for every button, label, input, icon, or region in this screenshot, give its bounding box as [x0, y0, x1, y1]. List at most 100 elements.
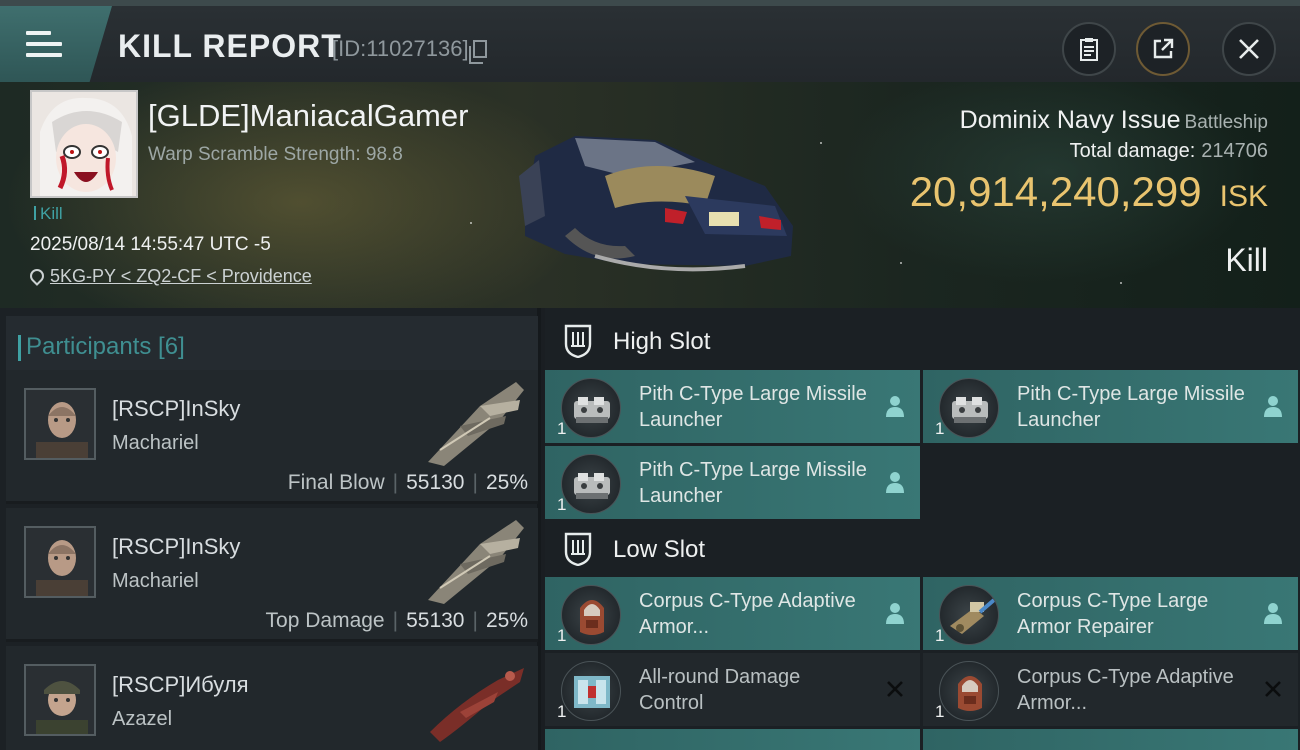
- module-item[interactable]: [545, 729, 920, 750]
- page-title: KILL REPORT: [118, 28, 342, 64]
- module-item[interactable]: 1 Corpus C-Type Adaptive Armor...: [545, 577, 920, 650]
- module-quantity: 1: [557, 495, 567, 514]
- location-link[interactable]: 5KG-PY < ZQ2-CF < Providence: [27, 266, 312, 287]
- module-item[interactable]: 1 Corpus C-Type Adaptive Armor...: [923, 653, 1298, 726]
- kill-datetime: 2025/08/14 14:55:47 UTC -5: [30, 234, 271, 255]
- participants-header: Participants [6]: [6, 316, 538, 374]
- isk-amount: 20,914,240,299: [909, 168, 1202, 215]
- participant-damage: 55130: [406, 471, 465, 494]
- participant-damage: 55130: [406, 609, 465, 632]
- participant-role: Final Blow: [287, 471, 385, 494]
- person-icon: [886, 396, 904, 417]
- warp-scramble-strength: Warp Scramble Strength: 98.8: [148, 144, 403, 165]
- high-slot-header: High Slot: [545, 310, 1300, 370]
- participant-role: Top Damage: [265, 609, 385, 632]
- fitting-panel: High Slot 1 Pith C-Type Large Missile La…: [545, 308, 1300, 750]
- copy-icon[interactable]: [468, 40, 487, 64]
- clipboard-button[interactable]: [1062, 22, 1116, 76]
- wrecked-car-image: [519, 136, 793, 272]
- participant-card[interactable]: [RSCP]InSky Machariel Final Blow | 55130 | 2…: [6, 370, 538, 504]
- module-item[interactable]: 1 Pith C-Type Large Missile Launcher: [923, 370, 1298, 443]
- module-quantity: 1: [935, 626, 945, 645]
- hamburger-icon: [26, 31, 62, 57]
- machariel-ship-icon: [428, 382, 524, 466]
- report-id-text: [ID:11027136]: [332, 36, 469, 61]
- ship-type: Battleship: [1184, 112, 1268, 133]
- high-slot-label: High Slot: [613, 328, 711, 355]
- victim-avatar[interactable]: [30, 90, 138, 198]
- participant-ship: Machariel: [112, 432, 199, 454]
- module-quantity: 1: [935, 419, 945, 438]
- low-slot-label: Low Slot: [613, 536, 706, 563]
- azazel-ship-icon: [430, 668, 524, 742]
- participant-name: [RSCP]InSky: [112, 396, 241, 421]
- module-item[interactable]: 1 Pith C-Type Large Missile Launcher: [545, 446, 920, 519]
- ship-name: Dominix Navy Issue: [959, 106, 1181, 134]
- close-icon: [1239, 39, 1259, 59]
- shield-slot-icon: [564, 532, 592, 566]
- share-button[interactable]: [1136, 22, 1190, 76]
- destroyed-icon: [1265, 681, 1281, 697]
- location-text: 5KG-PY < ZQ2-CF < Providence: [50, 266, 312, 286]
- damage-control-icon: [561, 661, 621, 721]
- participant-ship: Machariel: [112, 570, 199, 592]
- participants-panel: Participants [6] [RSCP]InSky Machariel F…: [0, 308, 541, 750]
- menu-button[interactable]: [0, 6, 112, 82]
- person-icon: [886, 603, 904, 624]
- armor-plate-icon: [939, 661, 999, 721]
- isk-unit: ISK: [1219, 180, 1268, 213]
- total-damage-value: 214706: [1201, 140, 1268, 162]
- module-name: Corpus C-Type Large Armor Repairer: [1017, 590, 1209, 638]
- participant-percent: 25%: [485, 471, 528, 494]
- participant-card[interactable]: [RSCP]Ибуля Azazel: [6, 646, 538, 750]
- missile-launcher-icon: [561, 378, 621, 438]
- module-name: Pith C-Type Large Missile Launcher: [639, 383, 867, 431]
- participant-avatar: [24, 526, 96, 598]
- total-damage-label: Total damage:: [1069, 140, 1196, 162]
- person-icon: [1264, 396, 1282, 417]
- participant-avatar: [24, 664, 96, 736]
- module-item[interactable]: 1 All-round Damage Control: [545, 653, 920, 726]
- armor-plate-icon: [561, 585, 621, 645]
- module-name: Corpus C-Type Adaptive Armor...: [1017, 666, 1234, 714]
- shield-slot-icon: [564, 324, 592, 358]
- location-pin-icon: [27, 266, 47, 286]
- module-quantity: 1: [935, 702, 945, 721]
- module-item[interactable]: [923, 729, 1298, 750]
- top-bar: KILL REPORT [ID:11027136]: [0, 0, 1300, 82]
- module-quantity: 1: [557, 626, 567, 645]
- module-name: Pith C-Type Large Missile Launcher: [1017, 383, 1245, 431]
- clipboard-icon: [1080, 38, 1098, 61]
- kill-result: Kill: [1225, 242, 1268, 278]
- module-name: Corpus C-Type Adaptive Armor...: [639, 590, 856, 638]
- module-quantity: 1: [557, 702, 567, 721]
- isk-value: 20,914,240,299 ISK: [910, 168, 1268, 216]
- participants-title: Participants [6]: [18, 333, 185, 361]
- module-item[interactable]: 1 Pith C-Type Large Missile Launcher: [545, 370, 920, 443]
- armor-repairer-icon: [939, 585, 999, 645]
- module-name: All-round Damage Control: [639, 666, 801, 714]
- module-name: Pith C-Type Large Missile Launcher: [639, 459, 867, 507]
- participant-name: [RSCP]Ибуля: [112, 672, 249, 697]
- machariel-ship-icon: [428, 520, 524, 604]
- participant-avatar: [24, 388, 96, 460]
- report-id[interactable]: [ID:11027136]: [332, 36, 487, 64]
- destroyed-icon: [887, 681, 903, 697]
- kill-summary: [GLDE]ManiacalGamer Warp Scramble Streng…: [0, 82, 1300, 308]
- kill-tag: Kill: [34, 204, 63, 224]
- low-slot-header: Low Slot: [545, 518, 1300, 578]
- participant-stats: Final Blow | 55130 | 25%: [287, 471, 528, 494]
- total-damage: Total damage: 214706: [1070, 140, 1268, 163]
- participant-ship: Azazel: [112, 708, 173, 730]
- participant-card[interactable]: [RSCP]InSky Machariel Top Damage | 55130 | 2…: [6, 508, 538, 642]
- victim-ship[interactable]: Dominix Navy Issue Battleship: [960, 106, 1268, 135]
- close-button[interactable]: [1222, 22, 1276, 76]
- participant-stats: Top Damage | 55130 | 25%: [265, 609, 528, 632]
- module-item[interactable]: 1 Corpus C-Type Large Armor Repairer: [923, 577, 1298, 650]
- share-icon: [1153, 38, 1174, 59]
- participant-percent: 25%: [485, 609, 528, 632]
- missile-launcher-icon: [939, 378, 999, 438]
- person-icon: [1264, 603, 1282, 624]
- victim-name[interactable]: [GLDE]ManiacalGamer: [148, 98, 468, 134]
- module-quantity: 1: [557, 419, 567, 438]
